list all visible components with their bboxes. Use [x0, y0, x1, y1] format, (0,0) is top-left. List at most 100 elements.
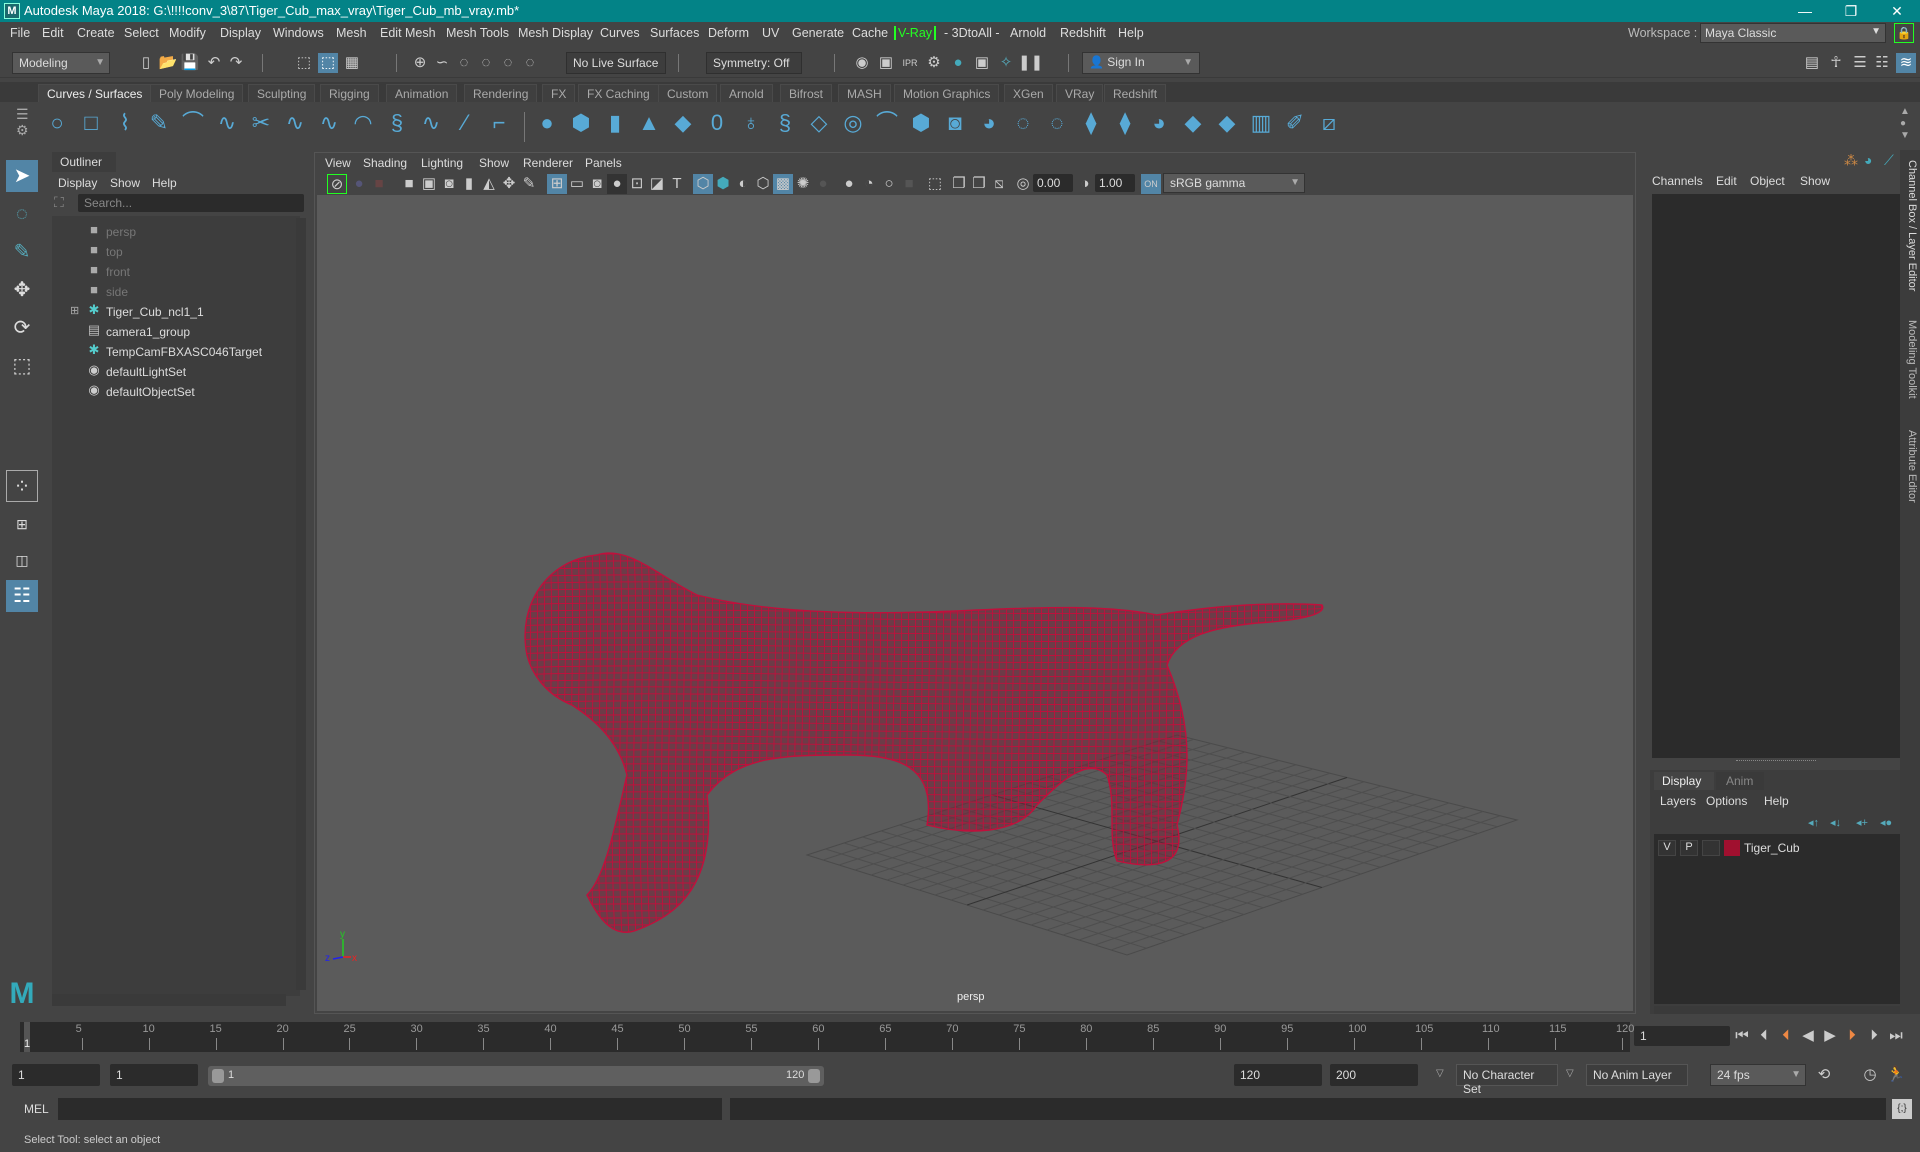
workspace-dropdown[interactable]: Maya Classic ▼: [1700, 23, 1886, 43]
film-gate-icon[interactable]: ▭: [567, 174, 587, 194]
side-tab-attribute-editor[interactable]: Attribute Editor: [1902, 430, 1918, 503]
modeling-toolkit-icon[interactable]: ▤: [1802, 53, 1822, 73]
layer-horizontal-scrollbar[interactable]: [1654, 1006, 1900, 1014]
layer-menu-layers[interactable]: Layers: [1660, 794, 1696, 808]
shelf-tab-rigging[interactable]: Rigging: [320, 84, 379, 102]
channelbox-menu-channels[interactable]: Channels: [1652, 174, 1703, 188]
select-by-object-icon[interactable]: ⬚: [318, 53, 338, 73]
grid-icon[interactable]: ⊞: [547, 174, 567, 194]
side-tab-modeling-toolkit[interactable]: Modeling Toolkit: [1902, 320, 1918, 399]
character-set-dropdown[interactable]: No Character Set: [1456, 1064, 1558, 1096]
visibility-toggle[interactable]: V: [1658, 840, 1676, 856]
sculpt-icon[interactable]: ⧫: [1112, 110, 1138, 136]
channelbox-menu-edit[interactable]: Edit: [1716, 174, 1737, 188]
intersect-curve-icon[interactable]: ⁄: [452, 110, 478, 136]
exposure-icon[interactable]: ◎: [1013, 174, 1033, 194]
camera-attributes-icon[interactable]: ◙: [439, 174, 459, 194]
new-layer-icon[interactable]: ◂+: [1856, 816, 1868, 829]
viewport-menu-view[interactable]: View: [325, 156, 351, 170]
outliner-search-input[interactable]: Search...: [78, 194, 304, 212]
ep-curve-icon[interactable]: ⌇: [112, 110, 138, 136]
menu-arnold[interactable]: Arnold: [1010, 26, 1046, 40]
outliner-item-front[interactable]: ■ front: [52, 262, 292, 282]
step-forward-key-icon[interactable]: ⏵: [1864, 1026, 1884, 1046]
render-view-icon[interactable]: ◉: [852, 53, 872, 73]
nurbs-cube-icon[interactable]: ⬢: [568, 110, 594, 136]
play-forwards-icon[interactable]: ▶: [1820, 1026, 1840, 1046]
two-view-icon[interactable]: ◫: [6, 544, 38, 576]
exposure-field[interactable]: 0.00: [1033, 174, 1073, 192]
outliner-item-camera1-group[interactable]: ▤ camera1_group: [52, 322, 292, 342]
outliner-tab[interactable]: Outliner: [52, 152, 116, 172]
shelf-tab-motion-graphics[interactable]: Motion Graphics: [894, 84, 1000, 102]
wireframe-icon[interactable]: ⬡: [693, 174, 713, 194]
lock-icon[interactable]: 🔒: [1894, 23, 1914, 43]
project-curve-icon[interactable]: ⌐: [486, 110, 512, 136]
bookmark-icon[interactable]: ▮: [459, 174, 479, 194]
image-plane-icon[interactable]: ◭: [479, 174, 499, 194]
four-view-icon[interactable]: ⊞: [6, 508, 38, 540]
render-setup-icon[interactable]: ▣: [972, 53, 992, 73]
layer-menu-options[interactable]: Options: [1706, 794, 1747, 808]
detach-surface-icon[interactable]: ◆: [1180, 110, 1206, 136]
menu-curves[interactable]: Curves: [600, 26, 640, 40]
motion-blur-icon[interactable]: ◔: [859, 174, 879, 194]
playback-end-field[interactable]: 120: [1234, 1064, 1322, 1086]
2d-pan-zoom-icon[interactable]: ✥: [499, 174, 519, 194]
range-start-handle[interactable]: [212, 1069, 224, 1083]
nurbs-sphere-icon[interactable]: ●: [534, 110, 560, 136]
use-all-lights-icon[interactable]: ✺: [793, 174, 813, 194]
snapshot-icon[interactable]: ■: [369, 174, 389, 194]
hud-icon[interactable]: ⧅: [989, 174, 1009, 194]
menu-create[interactable]: Create: [77, 26, 115, 40]
menu-display[interactable]: Display: [220, 26, 261, 40]
menu-select[interactable]: Select: [124, 26, 159, 40]
shelf-tab-arnold[interactable]: Arnold: [720, 84, 773, 102]
panel-splitter[interactable]: [1736, 760, 1816, 764]
menu-edit[interactable]: Edit: [42, 26, 64, 40]
outliner-item-top[interactable]: ■ top: [52, 242, 292, 262]
wireframe-on-shaded-icon[interactable]: ⬡: [753, 174, 773, 194]
menu-generate[interactable]: Generate: [792, 26, 844, 40]
menu-modify[interactable]: Modify: [169, 26, 206, 40]
shelf-tab-mash[interactable]: MASH: [838, 84, 891, 102]
offset-curve-icon[interactable]: ◠: [350, 110, 376, 136]
hyperbolic-icon[interactable]: ⟋: [1884, 152, 1894, 169]
play-backwards-icon[interactable]: ◀: [1798, 1026, 1818, 1046]
light-editor-icon[interactable]: ✧: [996, 53, 1016, 73]
color-management-toggle[interactable]: ON: [1141, 174, 1161, 194]
bezier-curve-icon[interactable]: ∿: [214, 110, 240, 136]
minimize-button[interactable]: —: [1782, 0, 1828, 22]
gate-mask-icon[interactable]: ●: [607, 174, 627, 194]
start-time-field[interactable]: 1: [12, 1064, 100, 1086]
outliner-item-default-object-set[interactable]: ◉ defaultObjectSet: [52, 382, 292, 402]
shelf-tab-bifrost[interactable]: Bifrost: [780, 84, 833, 102]
smooth-shade-icon[interactable]: ⬢: [713, 174, 733, 194]
select-tool-icon[interactable]: ➤: [6, 160, 38, 192]
snap-grid-icon[interactable]: ⊕: [410, 53, 430, 73]
menu-file[interactable]: File: [10, 26, 30, 40]
depth-of-field-icon[interactable]: ■: [899, 174, 919, 194]
snap-point-icon[interactable]: ◌: [454, 53, 474, 73]
select-camera-icon[interactable]: ■: [399, 174, 419, 194]
shelf-tab-fx[interactable]: FX: [542, 84, 576, 102]
end-time-field[interactable]: 200: [1330, 1064, 1418, 1086]
menu-mesh-tools[interactable]: Mesh Tools: [446, 26, 509, 40]
nurbs-square-icon[interactable]: □: [78, 110, 104, 136]
channelbox-menu-object[interactable]: Object: [1750, 174, 1785, 188]
channel-box-icon[interactable]: ≋: [1896, 53, 1916, 73]
menu-redshift[interactable]: Redshift: [1060, 26, 1106, 40]
nurbs-cylinder-icon[interactable]: ▮: [602, 110, 628, 136]
multisample-icon[interactable]: ○: [879, 174, 899, 194]
pause-render-icon[interactable]: ❚❚: [1018, 53, 1043, 73]
layer-menu-help[interactable]: Help: [1764, 794, 1789, 808]
new-layer-selected-icon[interactable]: ◂●: [1880, 816, 1892, 829]
display-type-toggle[interactable]: [1702, 840, 1720, 856]
snap-edge-icon[interactable]: ◌: [520, 53, 540, 73]
side-tab-channel-box[interactable]: Channel Box / Layer Editor: [1902, 160, 1918, 291]
shelf-tab-vray[interactable]: VRay: [1056, 84, 1104, 102]
menu-windows[interactable]: Windows: [273, 26, 324, 40]
layer-tab-display[interactable]: Display: [1654, 772, 1714, 790]
shelf-tab-sculpting[interactable]: Sculpting: [248, 84, 316, 102]
playback-start-field[interactable]: 1: [110, 1064, 198, 1086]
